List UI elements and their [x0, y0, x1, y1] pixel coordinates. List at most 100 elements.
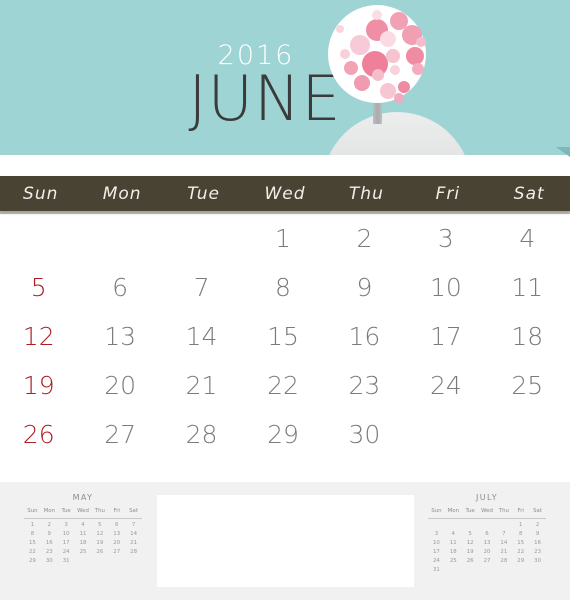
- mini-day-cell[interactable]: 8: [24, 530, 41, 539]
- mini-day-cell[interactable]: 1: [24, 521, 41, 530]
- mini-day-cell[interactable]: 12: [91, 530, 108, 539]
- mini-day-cell[interactable]: 26: [91, 548, 108, 557]
- day-cell[interactable]: 1: [244, 214, 325, 263]
- mini-day-cell[interactable]: 12: [462, 539, 479, 548]
- mini-day-cell[interactable]: 2: [41, 521, 58, 530]
- mini-day-cell[interactable]: 13: [479, 539, 496, 548]
- mini-day-cell[interactable]: 18: [75, 539, 92, 548]
- day-cell[interactable]: 29: [244, 410, 325, 459]
- day-cell[interactable]: 23: [326, 361, 407, 410]
- mini-day-cell[interactable]: 6: [108, 521, 125, 530]
- day-cell[interactable]: 16: [326, 312, 407, 361]
- mini-day-cell[interactable]: 1: [512, 521, 529, 530]
- day-cell[interactable]: 26: [0, 410, 81, 459]
- notes-box[interactable]: [157, 495, 414, 587]
- mini-day-cell[interactable]: 17: [58, 539, 75, 548]
- mini-day-cell[interactable]: 16: [41, 539, 58, 548]
- mini-day-cell[interactable]: 27: [108, 548, 125, 557]
- mini-day-empty: [125, 557, 142, 566]
- mini-day-cell[interactable]: 4: [75, 521, 92, 530]
- day-cell[interactable]: 17: [407, 312, 488, 361]
- mini-day-cell[interactable]: 18: [445, 548, 462, 557]
- day-cell[interactable]: 7: [163, 263, 244, 312]
- mini-day-cell[interactable]: 14: [125, 530, 142, 539]
- mini-day-cell[interactable]: 13: [108, 530, 125, 539]
- mini-day-cell[interactable]: 7: [125, 521, 142, 530]
- mini-day-cell[interactable]: 5: [462, 530, 479, 539]
- mini-day-cell[interactable]: 3: [58, 521, 75, 530]
- day-cell[interactable]: 2: [326, 214, 407, 263]
- mini-day-cell[interactable]: 4: [445, 530, 462, 539]
- mini-day-cell[interactable]: 15: [512, 539, 529, 548]
- day-cell[interactable]: 9: [326, 263, 407, 312]
- mini-day-cell[interactable]: 20: [108, 539, 125, 548]
- mini-day-cell[interactable]: 8: [512, 530, 529, 539]
- mini-day-cell[interactable]: 27: [479, 557, 496, 566]
- day-cell[interactable]: 6: [81, 263, 162, 312]
- mini-day-cell[interactable]: 9: [41, 530, 58, 539]
- day-cell[interactable]: 11: [489, 263, 570, 312]
- day-cell[interactable]: 21: [163, 361, 244, 410]
- day-cell[interactable]: 15: [244, 312, 325, 361]
- weekday-label-fri: Fri: [435, 183, 461, 204]
- day-cell[interactable]: 24: [407, 361, 488, 410]
- day-cell[interactable]: 28: [163, 410, 244, 459]
- mini-day-cell[interactable]: 21: [495, 548, 512, 557]
- mini-weekday-label: Tue: [61, 508, 71, 514]
- mini-day-cell[interactable]: 20: [479, 548, 496, 557]
- mini-day-cell[interactable]: 28: [495, 557, 512, 566]
- mini-day-cell[interactable]: 29: [24, 557, 41, 566]
- mini-day-cell[interactable]: 22: [512, 548, 529, 557]
- mini-day-cell[interactable]: 22: [24, 548, 41, 557]
- day-cell[interactable]: 19: [0, 361, 81, 410]
- day-cell[interactable]: 12: [0, 312, 81, 361]
- day-cell[interactable]: 30: [326, 410, 407, 459]
- mini-day-cell[interactable]: 19: [462, 548, 479, 557]
- day-cell[interactable]: 25: [489, 361, 570, 410]
- day-cell[interactable]: 27: [81, 410, 162, 459]
- mini-day-cell[interactable]: 11: [445, 539, 462, 548]
- mini-day-cell[interactable]: 5: [91, 521, 108, 530]
- mini-day-cell[interactable]: 24: [428, 557, 445, 566]
- day-cell[interactable]: 18: [489, 312, 570, 361]
- mini-day-cell[interactable]: 14: [495, 539, 512, 548]
- mini-day-cell[interactable]: 10: [58, 530, 75, 539]
- mini-day-cell[interactable]: 25: [75, 548, 92, 557]
- day-cell[interactable]: 5: [0, 263, 81, 312]
- mini-day-cell[interactable]: 17: [428, 548, 445, 557]
- day-cell[interactable]: 14: [163, 312, 244, 361]
- mini-day-cell[interactable]: 15: [24, 539, 41, 548]
- mini-day-cell[interactable]: 29: [512, 557, 529, 566]
- mini-day-cell[interactable]: 26: [462, 557, 479, 566]
- day-cell[interactable]: 10: [407, 263, 488, 312]
- mini-week-row: 22 23 24 25 26 27 28: [24, 548, 142, 557]
- mini-day-cell[interactable]: 11: [75, 530, 92, 539]
- mini-day-cell[interactable]: 10: [428, 539, 445, 548]
- mini-day-cell[interactable]: 31: [58, 557, 75, 566]
- mini-day-cell[interactable]: 3: [428, 530, 445, 539]
- mini-day-cell[interactable]: 19: [91, 539, 108, 548]
- day-cell[interactable]: 4: [489, 214, 570, 263]
- mini-day-cell[interactable]: 30: [41, 557, 58, 566]
- mini-day-cell[interactable]: 25: [445, 557, 462, 566]
- day-cell[interactable]: 8: [244, 263, 325, 312]
- mini-day-cell[interactable]: 9: [529, 530, 546, 539]
- day-cell[interactable]: 20: [81, 361, 162, 410]
- weekday-label-tue: Tue: [187, 183, 221, 204]
- day-cell[interactable]: 13: [81, 312, 162, 361]
- mini-day-cell[interactable]: 21: [125, 539, 142, 548]
- mini-day-cell[interactable]: 16: [529, 539, 546, 548]
- mini-day-cell[interactable]: 24: [58, 548, 75, 557]
- mini-day-cell[interactable]: 6: [479, 530, 496, 539]
- day-cell[interactable]: 3: [407, 214, 488, 263]
- mini-day-cell[interactable]: 23: [41, 548, 58, 557]
- mini-weekday-label: Sun: [27, 508, 38, 514]
- mini-day-cell[interactable]: 7: [495, 530, 512, 539]
- mini-day-cell[interactable]: 23: [529, 548, 546, 557]
- day-cell[interactable]: 22: [244, 361, 325, 410]
- mini-day-cell[interactable]: 2: [529, 521, 546, 530]
- mini-day-cell[interactable]: 31: [428, 566, 445, 575]
- mini-day-cell[interactable]: 30: [529, 557, 546, 566]
- mini-day-empty: [445, 521, 462, 530]
- mini-day-cell[interactable]: 28: [125, 548, 142, 557]
